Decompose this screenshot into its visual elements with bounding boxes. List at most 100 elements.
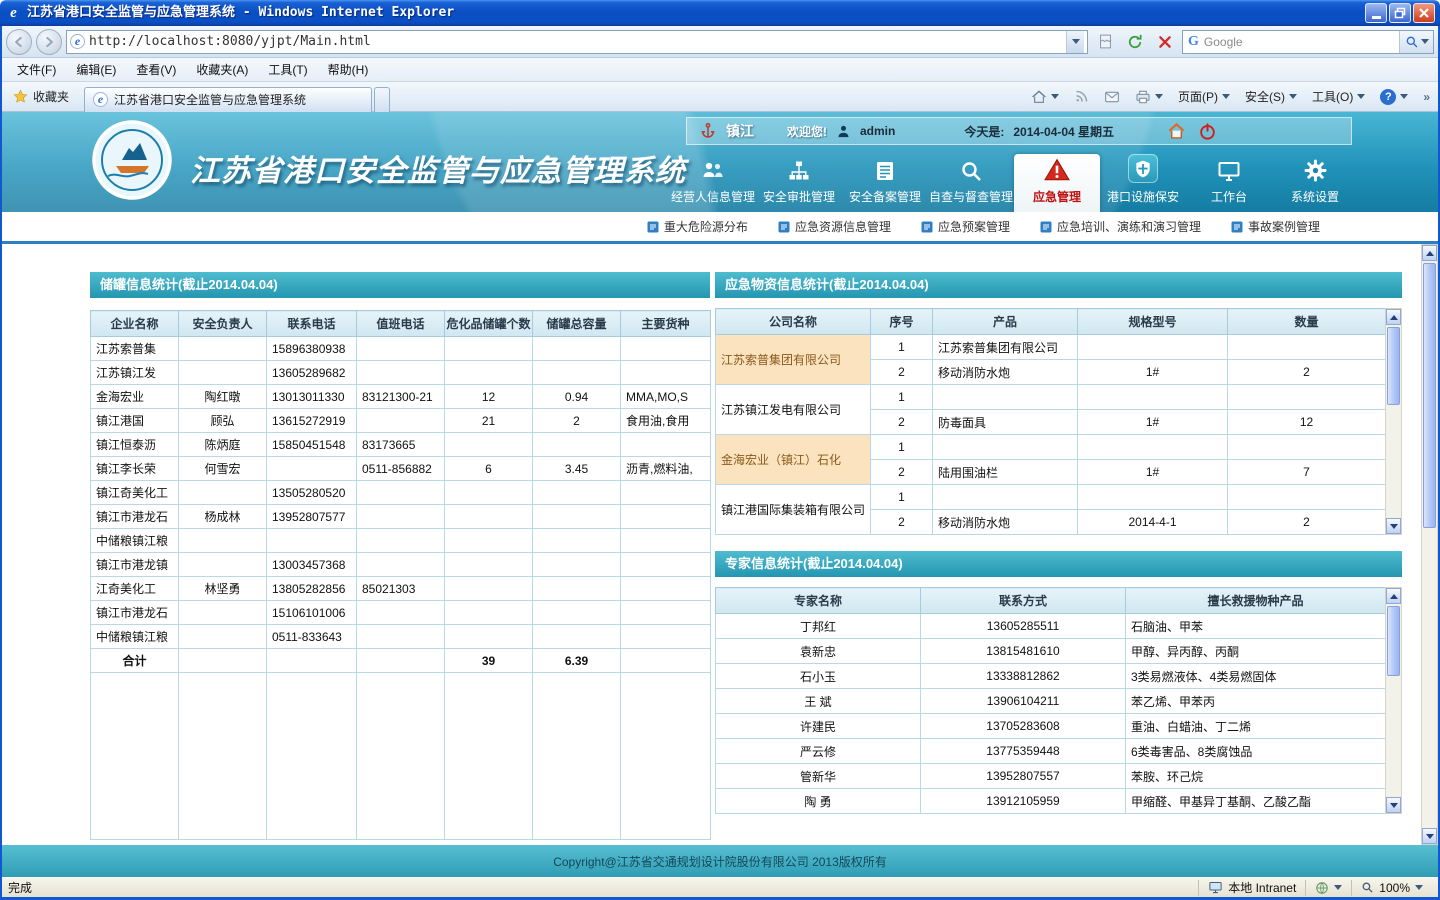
company-cell: 江苏镇江发电有限公司	[716, 385, 871, 435]
subnav-item-plan-management[interactable]: 应急预案管理	[921, 218, 1010, 235]
table-cell: 严云修	[716, 739, 921, 764]
logout-button[interactable]	[1196, 120, 1218, 142]
table-cell: 15106101006	[267, 601, 357, 625]
security-report-button[interactable]	[1305, 880, 1351, 896]
page-menu-button[interactable]: 页面(P)	[1172, 85, 1236, 108]
scroll-thumb[interactable]	[1387, 327, 1400, 405]
menu-favorites[interactable]: 收藏夹(A)	[187, 58, 257, 81]
menu-edit[interactable]: 编辑(E)	[67, 58, 125, 81]
status-bar: 完成 本地 Intranet 100%	[0, 877, 1440, 897]
scroll-down-button[interactable]	[1422, 828, 1437, 844]
zoom-level: 100%	[1379, 881, 1410, 895]
table-cell: 管新华	[716, 764, 921, 789]
home-button[interactable]	[1025, 86, 1065, 108]
table-cell: 15896380938	[267, 337, 357, 361]
menu-file[interactable]: 文件(F)	[8, 58, 65, 81]
scroll-thumb[interactable]	[1423, 263, 1436, 528]
new-tab-stub[interactable]	[374, 87, 390, 112]
zone-indicator: 本地 Intranet	[1198, 880, 1305, 896]
table-cell: 石小玉	[716, 664, 921, 689]
column-header: 储罐总容量	[533, 311, 621, 337]
nav-item-safety-approval[interactable]: 安全审批管理	[756, 154, 842, 212]
supplies-scrollbar[interactable]	[1385, 308, 1402, 535]
toolbar-overflow-button[interactable]: »	[1417, 87, 1436, 107]
safety-menu-button[interactable]: 安全(S)	[1239, 85, 1303, 108]
table-cell	[621, 601, 711, 625]
print-button[interactable]	[1129, 86, 1169, 108]
search-input[interactable]	[1204, 35, 1394, 49]
nav-item-system-settings[interactable]: 系统设置	[1272, 154, 1358, 212]
subnav-item-resource-info[interactable]: 应急资源信息管理	[778, 218, 891, 235]
table-cell	[533, 337, 621, 361]
table-cell	[1078, 385, 1228, 410]
nav-item-safety-record[interactable]: 安全备案管理	[842, 154, 928, 212]
feeds-button[interactable]	[1068, 86, 1095, 107]
table-cell	[357, 529, 445, 553]
favorites-button[interactable]: 收藏夹	[4, 85, 78, 108]
table-cell	[179, 529, 267, 553]
table-cell: 1#	[1078, 360, 1228, 385]
table-cell	[621, 553, 711, 577]
address-dropdown-button[interactable]	[1066, 31, 1084, 53]
search-button[interactable]	[1399, 31, 1433, 53]
table-cell: 83173665	[357, 433, 445, 457]
zoom-control[interactable]: 100%	[1351, 880, 1432, 896]
table-cell: 13615272919	[267, 409, 357, 433]
table-cell: 陈炳庭	[179, 433, 267, 457]
compatibility-view-button[interactable]	[1092, 30, 1118, 54]
back-button[interactable]	[6, 29, 32, 55]
security-icon	[1128, 154, 1158, 183]
nav-item-operator-info[interactable]: 经营人信息管理	[670, 154, 756, 212]
scroll-down-button[interactable]	[1386, 797, 1401, 813]
refresh-button[interactable]	[1122, 30, 1148, 54]
address-field[interactable]: e	[66, 30, 1088, 54]
subnav-item-accident-cases[interactable]: 事故案例管理	[1231, 218, 1320, 235]
table-cell: 杨成林	[179, 505, 267, 529]
menu-help[interactable]: 帮助(H)	[319, 58, 378, 81]
favorites-bar: 收藏夹 e 江苏省港口安全监管与应急管理系统 页面(P)	[0, 82, 1440, 112]
chevron-down-icon	[1400, 94, 1408, 99]
url-input[interactable]	[89, 34, 1062, 49]
subnav-item-training-drill[interactable]: 应急培训、演练和演习管理	[1040, 218, 1201, 235]
table-cell: 苯胺、环己烷	[1126, 764, 1386, 789]
table-cell: MMA,MO,S	[621, 385, 711, 409]
nav-item-port-security[interactable]: 港口设施保安	[1100, 154, 1186, 212]
page-scrollbar[interactable]	[1421, 244, 1438, 845]
close-button[interactable]	[1413, 3, 1435, 23]
experts-scrollbar[interactable]	[1385, 587, 1402, 814]
home-shortcut-button[interactable]	[1165, 120, 1187, 142]
minimize-button[interactable]	[1365, 3, 1387, 23]
table-cell	[445, 553, 533, 577]
scroll-up-button[interactable]	[1386, 588, 1401, 604]
scroll-thumb[interactable]	[1387, 606, 1400, 676]
table-cell: 13013011330	[267, 385, 357, 409]
subnav-item-hazard-distribution[interactable]: 重大危险源分布	[647, 218, 748, 235]
tab-current-page[interactable]: e 江苏省港口安全监管与应急管理系统	[84, 87, 372, 112]
table-cell: 重油、白蜡油、丁二烯	[1126, 714, 1386, 739]
table-cell: 江苏索普集	[91, 337, 179, 361]
read-mail-button[interactable]	[1098, 86, 1126, 108]
table-cell	[445, 625, 533, 649]
table-cell	[1228, 335, 1386, 360]
table-cell	[621, 337, 711, 361]
search-box[interactable]: G	[1182, 30, 1434, 54]
nav-item-emergency-management[interactable]: 应急管理	[1014, 154, 1100, 212]
city-label: 镇江	[726, 121, 754, 141]
table-cell	[267, 673, 357, 840]
forward-button[interactable]	[36, 29, 62, 55]
nav-item-self-inspection[interactable]: 自查与督查管理	[928, 154, 1014, 212]
menu-view[interactable]: 查看(V)	[127, 58, 185, 81]
help-button[interactable]: ?	[1374, 86, 1414, 108]
tools-menu-button[interactable]: 工具(O)	[1306, 85, 1371, 108]
scroll-up-button[interactable]	[1386, 309, 1401, 325]
nav-item-workbench[interactable]: 工作台	[1186, 154, 1272, 212]
stop-button[interactable]	[1152, 30, 1178, 54]
table-cell: 6.39	[533, 649, 621, 673]
supplies-panel-title: 应急物资信息统计(截止2014.04.04)	[715, 272, 1402, 298]
menu-tools[interactable]: 工具(T)	[259, 58, 316, 81]
scroll-down-button[interactable]	[1386, 518, 1401, 534]
table-cell	[445, 673, 533, 840]
restore-button[interactable]	[1389, 3, 1411, 23]
scroll-up-button[interactable]	[1422, 245, 1437, 261]
tools-menu-label: 工具(O)	[1312, 88, 1353, 105]
